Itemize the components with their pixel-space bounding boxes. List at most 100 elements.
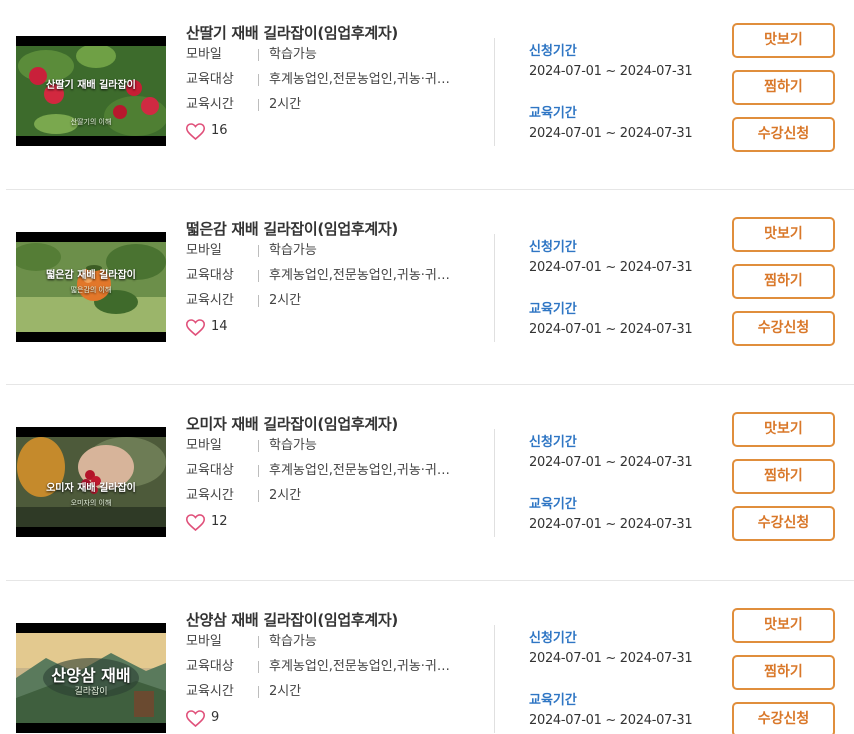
target-value: 후계농업인,전문농업인,귀농·귀… bbox=[269, 72, 450, 87]
apply-period-label: 신청기간 bbox=[529, 435, 577, 450]
course-thumbnail[interactable]: 떫은감 재배 길라잡이 떫은감의 이해 bbox=[16, 232, 166, 342]
course-item: 산양삼 재배 길라잡이 산양삼 재배 길라잡이(임업후계자) 모바일 학습가능 … bbox=[0, 587, 854, 734]
time-key: 교육시간 bbox=[186, 97, 234, 112]
row-separator bbox=[258, 49, 259, 61]
apply-period-value: 2024-07-01 ~ 2024-07-31 bbox=[529, 260, 693, 275]
like-count: 9 bbox=[211, 710, 220, 725]
heart-outline-icon[interactable] bbox=[186, 514, 205, 531]
time-key: 교육시간 bbox=[186, 488, 234, 503]
course-item: 산딸기 재배 길라잡이 산딸기의 이해 산딸기 재배 길라잡이(임업후계자) 모… bbox=[0, 0, 854, 196]
row-separator bbox=[258, 74, 259, 86]
course-thumbnail[interactable]: 산딸기 재배 길라잡이 산딸기의 이해 bbox=[16, 36, 166, 146]
thumbnail-subcaption: 산딸기의 이해 bbox=[70, 118, 112, 126]
time-key: 교육시간 bbox=[186, 293, 234, 308]
time-key: 교육시간 bbox=[186, 684, 234, 699]
time-value: 2시간 bbox=[269, 684, 302, 699]
wishlist-button[interactable]: 찜하기 bbox=[732, 459, 835, 494]
device-key: 모바일 bbox=[186, 47, 222, 62]
target-key: 교육대상 bbox=[186, 463, 234, 478]
target-value: 후계농업인,전문농업인,귀농·귀… bbox=[269, 659, 450, 674]
enroll-button[interactable]: 수강신청 bbox=[732, 702, 835, 734]
device-value: 학습가능 bbox=[269, 634, 317, 649]
thumbnail-caption: 산양삼 재배 bbox=[51, 666, 131, 685]
edu-period-label: 교육기간 bbox=[529, 497, 577, 512]
like-count: 12 bbox=[211, 514, 228, 529]
heart-outline-icon[interactable] bbox=[186, 319, 205, 336]
device-key: 모바일 bbox=[186, 634, 222, 649]
course-thumbnail[interactable]: 오미자 재배 길라잡이 오미자의 이해 bbox=[16, 427, 166, 537]
course-item: 오미자 재배 길라잡이 오미자의 이해 오미자 재배 길라잡이(임업후계자) 모… bbox=[0, 391, 854, 587]
enroll-button[interactable]: 수강신청 bbox=[732, 117, 835, 152]
like-count: 14 bbox=[211, 319, 228, 334]
thumbnail-subcaption: 길라잡이 bbox=[74, 687, 108, 697]
row-separator bbox=[258, 661, 259, 673]
target-value: 후계농업인,전문농업인,귀농·귀… bbox=[269, 268, 450, 283]
course-divider bbox=[6, 580, 854, 581]
preview-button[interactable]: 맛보기 bbox=[732, 608, 835, 643]
apply-period-value: 2024-07-01 ~ 2024-07-31 bbox=[529, 651, 693, 666]
apply-period-label: 신청기간 bbox=[529, 44, 577, 59]
course-item: 떫은감 재배 길라잡이 떫은감의 이해 떫은감 재배 길라잡이(임업후계자) 모… bbox=[0, 196, 854, 392]
edu-period-value: 2024-07-01 ~ 2024-07-31 bbox=[529, 713, 693, 728]
column-divider bbox=[494, 429, 495, 537]
column-divider bbox=[494, 234, 495, 342]
enroll-button[interactable]: 수강신청 bbox=[732, 311, 835, 346]
edu-period-value: 2024-07-01 ~ 2024-07-31 bbox=[529, 126, 693, 141]
wishlist-button[interactable]: 찜하기 bbox=[732, 655, 835, 690]
row-separator bbox=[258, 99, 259, 111]
course-thumbnail[interactable]: 산양삼 재배 길라잡이 bbox=[16, 623, 166, 733]
preview-button[interactable]: 맛보기 bbox=[732, 23, 835, 58]
device-key: 모바일 bbox=[186, 438, 222, 453]
device-value: 학습가능 bbox=[269, 243, 317, 258]
edu-period-label: 교육기간 bbox=[529, 106, 577, 121]
thumbnail-subcaption: 오미자의 이해 bbox=[70, 499, 112, 507]
edu-period-value: 2024-07-01 ~ 2024-07-31 bbox=[529, 517, 693, 532]
row-separator bbox=[258, 295, 259, 307]
wishlist-button[interactable]: 찜하기 bbox=[732, 264, 835, 299]
edu-period-label: 교육기간 bbox=[529, 693, 577, 708]
thumbnail-caption: 오미자 재배 길라잡이 bbox=[46, 483, 136, 494]
heart-outline-icon[interactable] bbox=[186, 710, 205, 727]
thumbnail-subcaption: 떫은감의 이해 bbox=[70, 286, 112, 294]
row-separator bbox=[258, 440, 259, 452]
apply-period-value: 2024-07-01 ~ 2024-07-31 bbox=[529, 455, 693, 470]
row-separator bbox=[258, 270, 259, 282]
row-separator bbox=[258, 686, 259, 698]
edu-period-label: 교육기간 bbox=[529, 302, 577, 317]
course-divider bbox=[6, 189, 854, 190]
schisandra-thumbnail-image bbox=[16, 437, 166, 527]
apply-period-label: 신청기간 bbox=[529, 240, 577, 255]
target-key: 교육대상 bbox=[186, 659, 234, 674]
row-separator bbox=[258, 465, 259, 477]
course-title[interactable]: 산딸기 재배 길라잡이(임업후계자) bbox=[186, 22, 398, 43]
course-list: 산딸기 재배 길라잡이 산딸기의 이해 산딸기 재배 길라잡이(임업후계자) 모… bbox=[0, 0, 854, 734]
device-key: 모바일 bbox=[186, 243, 222, 258]
column-divider bbox=[494, 625, 495, 733]
edu-period-value: 2024-07-01 ~ 2024-07-31 bbox=[529, 322, 693, 337]
row-separator bbox=[258, 636, 259, 648]
device-value: 학습가능 bbox=[269, 47, 317, 62]
course-title[interactable]: 떫은감 재배 길라잡이(임업후계자) bbox=[186, 218, 398, 239]
row-separator bbox=[258, 245, 259, 257]
wishlist-button[interactable]: 찜하기 bbox=[732, 70, 835, 105]
column-divider bbox=[494, 38, 495, 146]
course-title[interactable]: 오미자 재배 길라잡이(임업후계자) bbox=[186, 413, 398, 434]
apply-period-value: 2024-07-01 ~ 2024-07-31 bbox=[529, 64, 693, 79]
heart-outline-icon[interactable] bbox=[186, 123, 205, 140]
preview-button[interactable]: 맛보기 bbox=[732, 412, 835, 447]
target-key: 교육대상 bbox=[186, 268, 234, 283]
time-value: 2시간 bbox=[269, 488, 302, 503]
target-value: 후계농업인,전문농업인,귀농·귀… bbox=[269, 463, 450, 478]
preview-button[interactable]: 맛보기 bbox=[732, 217, 835, 252]
time-value: 2시간 bbox=[269, 293, 302, 308]
enroll-button[interactable]: 수강신청 bbox=[732, 506, 835, 541]
target-key: 교육대상 bbox=[186, 72, 234, 87]
course-title[interactable]: 산양삼 재배 길라잡이(임업후계자) bbox=[186, 609, 398, 630]
time-value: 2시간 bbox=[269, 97, 302, 112]
apply-period-label: 신청기간 bbox=[529, 631, 577, 646]
course-divider bbox=[6, 384, 854, 385]
like-count: 16 bbox=[211, 123, 228, 138]
thumbnail-caption: 산딸기 재배 길라잡이 bbox=[46, 80, 136, 91]
device-value: 학습가능 bbox=[269, 438, 317, 453]
thumbnail-caption: 떫은감 재배 길라잡이 bbox=[46, 270, 136, 281]
